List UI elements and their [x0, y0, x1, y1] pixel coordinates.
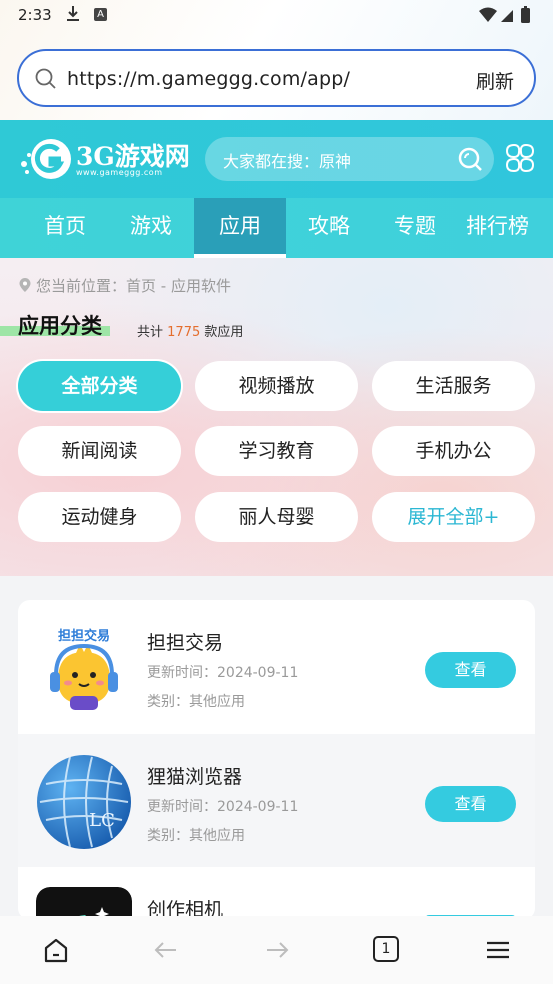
refresh-button[interactable]: 刷新 — [476, 67, 514, 94]
nav-guides[interactable]: 攻略 — [286, 198, 372, 258]
chip-news[interactable]: 新闻阅读 — [18, 426, 181, 476]
forward-arrow-icon[interactable] — [263, 936, 291, 964]
logo-subtext: www.gameggg.com — [76, 168, 163, 177]
menu-grid-icon[interactable] — [504, 142, 536, 174]
list-item[interactable]: 创作相机 — [18, 867, 535, 920]
app-update-time: 更新时间：2024-09-11 — [147, 665, 299, 681]
view-button[interactable]: 查看 — [425, 786, 516, 822]
home-icon[interactable] — [42, 936, 70, 964]
app-icon-text: LC — [89, 810, 115, 831]
chip-office[interactable]: 手机办公 — [372, 426, 535, 476]
location-pin-icon — [19, 278, 31, 292]
chip-beauty[interactable]: 丽人母婴 — [195, 492, 358, 542]
count-number: 1775 — [167, 325, 201, 340]
chip-education[interactable]: 学习教育 — [195, 426, 358, 476]
list-item[interactable]: LC 狸猫浏览器 更新时间：2024-09-11 类别：其他应用 查看 — [18, 734, 535, 867]
app-update-time: 更新时间：2024-09-11 — [147, 799, 299, 815]
app-category: 类别：其他应用 — [147, 694, 245, 710]
category-title: 应用分类 — [18, 314, 102, 338]
browser-bottom-bar: 1 — [0, 916, 553, 984]
app-icon-limao-browser[interactable]: LC — [36, 754, 132, 850]
app-name[interactable]: 狸猫浏览器 — [147, 762, 242, 789]
category-title-wrap: 应用分类 — [18, 310, 102, 340]
app-icon-text: 担担交易 — [58, 628, 110, 644]
url-text[interactable]: https://m.gameggg.com/app/ — [67, 68, 350, 90]
back-arrow-icon[interactable] — [152, 936, 180, 964]
view-button[interactable]: 查看 — [425, 652, 516, 688]
status-time: 2:33 — [18, 6, 52, 24]
app-category: 类别：其他应用 — [147, 828, 245, 844]
search-icon — [35, 68, 56, 89]
chip-sports[interactable]: 运动健身 — [18, 492, 181, 542]
nav-rankings[interactable]: 排行榜 — [466, 198, 553, 258]
chip-all[interactable]: 全部分类 — [18, 361, 181, 411]
count-prefix: 共计 — [137, 325, 164, 340]
list-item[interactable]: 担担交易 担担交易 更新时间：2024-09-11 类别：其他应用 查看 — [18, 600, 535, 733]
chip-video[interactable]: 视频播放 — [195, 361, 358, 411]
nav-home[interactable]: 首页 — [22, 198, 108, 258]
chip-life[interactable]: 生活服务 — [372, 361, 535, 411]
menu-icon[interactable] — [484, 936, 512, 964]
address-bar[interactable]: https://m.gameggg.com/app/ 刷新 — [17, 49, 536, 107]
app-notification-icon: A — [94, 8, 107, 21]
breadcrumb-text: 您当前位置：首页 - 应用软件 — [36, 277, 231, 295]
count-suffix: 款应用 — [204, 325, 244, 340]
category-section: 您当前位置：首页 - 应用软件 应用分类 共计 1775 款应用 全部分类 视频… — [0, 258, 553, 576]
site-search-placeholder: 大家都在搜：原神 — [223, 152, 352, 171]
search-icon[interactable] — [456, 145, 484, 173]
status-bar: 2:33 A — [0, 0, 553, 30]
tabs-count-button[interactable]: 1 — [373, 936, 399, 962]
site-search-box[interactable]: 大家都在搜：原神 — [205, 137, 494, 181]
main-nav: 首页 游戏 应用 攻略 专题 排行榜 — [0, 198, 553, 258]
download-icon — [67, 6, 79, 21]
nav-apps[interactable]: 应用 — [194, 198, 286, 258]
app-name[interactable]: 担担交易 — [147, 628, 223, 655]
app-icon-dandan[interactable]: 担担交易 — [36, 620, 132, 716]
chip-expand-all[interactable]: 展开全部+ — [372, 492, 535, 542]
nav-games[interactable]: 游戏 — [108, 198, 194, 258]
nav-topics[interactable]: 专题 — [372, 198, 458, 258]
app-list: 担担交易 担担交易 更新时间：2024-09-11 类别：其他应用 查看 LC … — [18, 600, 535, 920]
breadcrumb: 您当前位置：首页 - 应用软件 — [18, 275, 231, 296]
system-status-icons — [479, 6, 530, 23]
app-count: 共计 1775 款应用 — [137, 321, 243, 340]
